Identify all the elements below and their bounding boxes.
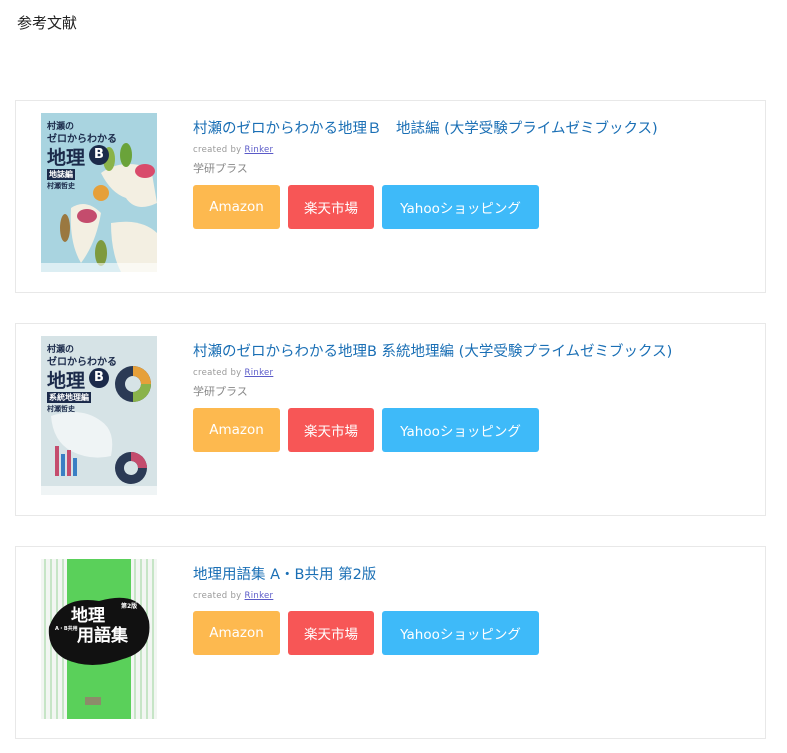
cover-author: 村瀬哲史: [47, 405, 75, 413]
cover-subtitle: 地誌編: [47, 169, 75, 180]
created-by: created by Rinker: [193, 591, 273, 601]
book-cover-image[interactable]: 村瀬の ゼロからわかる 地理 B 系統地理編 村瀬哲史: [41, 336, 157, 495]
book-title-link[interactable]: 村瀬のゼロからわかる地理B 系統地理編 (大学受験プライムゼミブックス): [193, 340, 672, 361]
rakuten-button[interactable]: 楽天市場: [288, 408, 374, 452]
created-by: created by Rinker: [193, 368, 273, 378]
amazon-button[interactable]: Amazon: [193, 185, 280, 229]
cover-side-text: A・B共用: [55, 626, 78, 632]
cover-text-line3: 地理: [47, 147, 86, 169]
rakuten-button[interactable]: 楽天市場: [288, 185, 374, 229]
created-by: created by Rinker: [193, 145, 273, 155]
publisher: 学研プラス: [193, 162, 248, 175]
rinker-link[interactable]: Rinker: [245, 591, 274, 601]
yahoo-shopping-button[interactable]: Yahooショッピング: [382, 185, 539, 229]
cover-text-line3: 地理: [47, 370, 86, 392]
cover-subtitle: 系統地理編: [47, 392, 91, 403]
created-by-label: created by: [193, 368, 242, 378]
publisher: 学研プラス: [193, 385, 248, 398]
rakuten-button[interactable]: 楽天市場: [288, 611, 374, 655]
yahoo-shopping-button[interactable]: Yahooショッピング: [382, 408, 539, 452]
cover-edition: 第2版: [121, 603, 138, 610]
cover-text-line2: 用語集: [77, 626, 128, 646]
cover-badge: B: [89, 368, 109, 388]
book-title-link[interactable]: 地理用語集 A・B共用 第2版: [193, 563, 376, 584]
section-heading: 参考文献: [17, 14, 78, 32]
created-by-label: created by: [193, 591, 242, 601]
book-card: 村瀬の ゼロからわかる 地理 B 地誌編 村瀬哲史 村瀬のゼロからわかる地理Ｂ …: [15, 100, 766, 293]
book-cover-image[interactable]: 地理 用語集 第2版 A・B共用: [41, 559, 157, 719]
amazon-button[interactable]: Amazon: [193, 611, 280, 655]
amazon-button[interactable]: Amazon: [193, 408, 280, 452]
rinker-link[interactable]: Rinker: [245, 368, 274, 378]
cover-badge: B: [89, 145, 109, 165]
book-title-link[interactable]: 村瀬のゼロからわかる地理Ｂ 地誌編 (大学受験プライムゼミブックス): [193, 117, 658, 138]
book-card: 地理 用語集 第2版 A・B共用 地理用語集 A・B共用 第2版 created…: [15, 546, 766, 739]
book-cover-image[interactable]: 村瀬の ゼロからわかる 地理 B 地誌編 村瀬哲史: [41, 113, 157, 272]
yahoo-shopping-button[interactable]: Yahooショッピング: [382, 611, 539, 655]
created-by-label: created by: [193, 145, 242, 155]
rinker-link[interactable]: Rinker: [245, 145, 274, 155]
cover-author: 村瀬哲史: [47, 182, 75, 190]
book-card: 村瀬の ゼロからわかる 地理 B 系統地理編 村瀬哲史 村瀬のゼロからわかる地理…: [15, 323, 766, 516]
